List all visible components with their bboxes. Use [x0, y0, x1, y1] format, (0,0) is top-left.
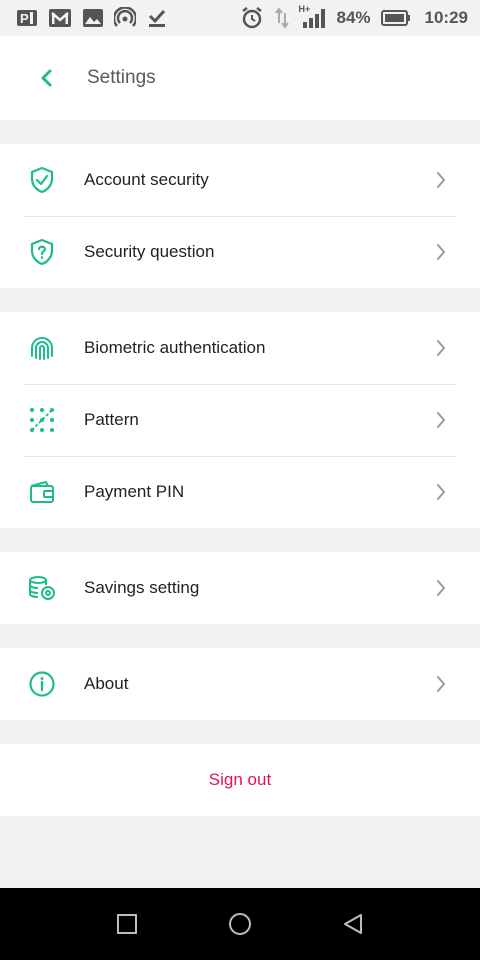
chevron-right-icon — [432, 243, 450, 261]
home-icon — [228, 913, 251, 935]
section-gap — [0, 624, 480, 648]
header: Settings — [0, 36, 480, 120]
savings-setting-label: Savings setting — [84, 578, 200, 597]
section-gap — [0, 120, 480, 144]
account-security-item[interactable]: Account security — [0, 144, 480, 216]
network-type-label: H+ — [298, 4, 311, 14]
sign-out-label: Sign out — [208, 770, 272, 789]
biometric-authentication-label: Biometric authentication — [84, 338, 266, 357]
chevron-right-icon — [432, 339, 450, 357]
alarm-icon — [240, 6, 264, 30]
settings-group-about: About — [0, 648, 480, 720]
pattern-label: Pattern — [84, 410, 139, 429]
savings-setting-item[interactable]: Savings setting — [0, 552, 480, 624]
payment-pin-label: Payment PIN — [84, 482, 185, 501]
system-navigation-bar — [0, 888, 480, 960]
status-bar: P H+ 84% 10:29 — [0, 0, 480, 36]
section-gap — [0, 288, 480, 312]
battery-icon — [380, 9, 411, 27]
fingerprint-icon — [27, 333, 57, 363]
status-bar-system: H+ 84% 10:29 — [240, 4, 468, 30]
security-question-item[interactable]: Security question — [0, 216, 480, 288]
data-arrows-icon — [274, 7, 290, 29]
gallery-icon — [82, 8, 104, 28]
shield-question-icon — [27, 237, 57, 267]
gmail-icon — [48, 8, 72, 28]
biometric-authentication-item[interactable]: Biometric authentication — [0, 312, 480, 384]
status-bar-notifications: P — [16, 7, 168, 29]
security-question-label: Security question — [84, 242, 215, 261]
shield-check-icon — [27, 165, 57, 195]
pattern-icon — [27, 405, 57, 435]
chevron-right-icon — [432, 579, 450, 597]
about-item[interactable]: About — [0, 648, 480, 720]
system-back-button[interactable] — [333, 904, 373, 944]
sign-out-button[interactable]: Sign out — [0, 744, 480, 816]
recents-button[interactable] — [107, 904, 147, 944]
signal-icon: H+ — [298, 4, 326, 29]
recents-icon — [116, 914, 137, 934]
battery-percent: 84% — [336, 8, 371, 27]
svg-text:P: P — [20, 11, 29, 26]
back-icon — [344, 914, 363, 934]
section-gap — [0, 720, 480, 744]
paypal-icon: P — [16, 8, 38, 28]
info-icon — [27, 669, 57, 699]
about-label: About — [84, 674, 129, 693]
page-title: Settings — [87, 67, 156, 88]
settings-group-security: Account security Security question — [0, 144, 480, 288]
pattern-item[interactable]: Pattern — [0, 384, 480, 456]
settings-group-savings: Savings setting — [0, 552, 480, 624]
section-gap — [0, 528, 480, 552]
chevron-right-icon — [432, 171, 450, 189]
hotspot-icon — [114, 7, 136, 29]
settings-group-authentication: Biometric authentication Pattern Payment… — [0, 312, 480, 528]
chevron-right-icon — [432, 411, 450, 429]
back-button[interactable] — [36, 66, 56, 90]
chevron-right-icon — [432, 675, 450, 693]
account-security-label: Account security — [84, 170, 209, 189]
chevron-right-icon — [432, 483, 450, 501]
wallet-icon — [27, 477, 57, 507]
home-button[interactable] — [220, 904, 260, 944]
download-done-icon — [146, 7, 168, 29]
clock: 10:29 — [424, 8, 468, 27]
savings-coins-icon — [27, 573, 57, 603]
payment-pin-item[interactable]: Payment PIN — [0, 456, 480, 528]
back-chevron-icon — [41, 69, 52, 87]
